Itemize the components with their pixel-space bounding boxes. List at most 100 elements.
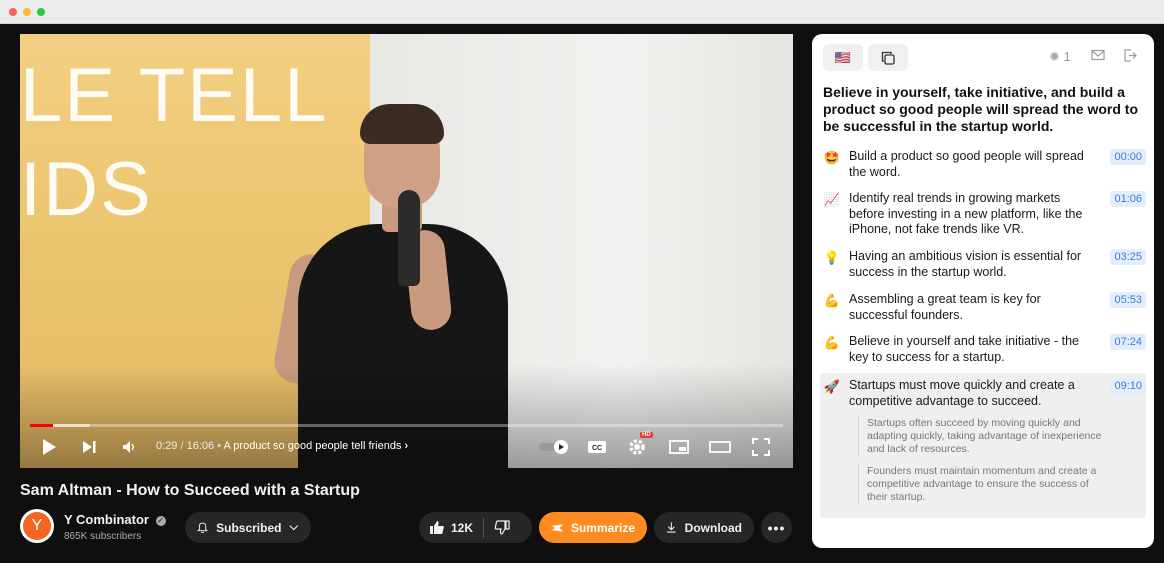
maximize-window-button[interactable]: [37, 8, 45, 16]
star-struck-icon: 🤩: [823, 150, 841, 165]
timestamp-link[interactable]: 03:25: [1110, 249, 1146, 265]
thumbs-down-icon: [494, 520, 510, 535]
chevron-right-icon[interactable]: ›: [405, 440, 409, 452]
volume-button[interactable]: [118, 432, 140, 462]
summary-item-expanded[interactable]: 🚀 Startups must move quickly and create …: [820, 373, 1146, 518]
timestamp-link[interactable]: 07:24: [1110, 334, 1146, 350]
chevron-down-icon: [289, 524, 299, 530]
progress-played: [30, 424, 53, 427]
theater-mode-button[interactable]: [708, 432, 732, 462]
timestamp-link[interactable]: 00:00: [1110, 149, 1146, 165]
chart-increasing-icon: 📈: [823, 192, 841, 207]
timestamp-link[interactable]: 05:53: [1110, 292, 1146, 308]
browser-window: LE TELL IDS 0:29 / 16:06 • A product so …: [0, 0, 1164, 563]
bell-icon: [197, 522, 209, 533]
download-label: Download: [684, 520, 742, 535]
video-title: Sam Altman - How to Succeed with a Start…: [20, 482, 360, 499]
captions-button[interactable]: CC: [586, 432, 608, 462]
channel-name[interactable]: Y Combinator ✓: [64, 512, 166, 527]
like-button[interactable]: 12K: [429, 520, 473, 535]
miniplayer-icon: [669, 440, 689, 454]
like-dislike-group: 12K: [419, 512, 532, 543]
spark-count: 1: [1063, 49, 1071, 64]
play-icon: [43, 439, 56, 455]
flexed-biceps-icon: 💪: [823, 335, 841, 350]
summary-item[interactable]: 💡 Having an ambitious vision is essentia…: [820, 249, 1146, 283]
subscriber-count: 865K subscribers: [64, 531, 142, 542]
dislike-button[interactable]: [494, 520, 510, 535]
hd-badge: HD: [640, 432, 653, 438]
close-window-button[interactable]: [9, 8, 17, 16]
summarize-button[interactable]: Summarize: [539, 512, 647, 543]
fullscreen-button[interactable]: [750, 432, 772, 462]
summary-item-text: Identify real trends in growing markets …: [849, 191, 1083, 236]
channel-avatar-letter: Y: [23, 512, 51, 540]
microphone: [398, 190, 420, 286]
slide-text-line-1: LE TELL: [20, 53, 329, 138]
verified-icon: ✓: [155, 516, 166, 526]
more-actions-button[interactable]: •••: [761, 512, 792, 543]
progress-bar[interactable]: [30, 424, 783, 427]
summary-item[interactable]: 💪 Believe in yourself and take initiativ…: [820, 334, 1146, 368]
channel-avatar[interactable]: Y: [20, 509, 54, 543]
slide-text-line-2: IDS: [20, 147, 153, 232]
autoplay-toggle[interactable]: [538, 432, 570, 462]
rocket-icon: 🚀: [823, 379, 841, 394]
time-current: 0:29: [156, 440, 178, 452]
summary-headline: Believe in yourself, take initiative, an…: [823, 84, 1139, 134]
miniplayer-button[interactable]: [668, 432, 690, 462]
summary-item-text: Build a product so good people will spre…: [849, 149, 1084, 179]
us-flag-icon: 🇺🇸: [834, 49, 852, 65]
download-icon: [667, 522, 676, 533]
summary-item-text: Believe in yourself and take initiative …: [849, 334, 1079, 364]
logout-icon: [1124, 49, 1137, 62]
light-bulb-icon: 💡: [823, 250, 841, 265]
like-divider: [483, 517, 485, 538]
minimize-window-button[interactable]: [23, 8, 31, 16]
summary-item-text: Startups must move quickly and create a …: [849, 378, 1075, 408]
chapter-title[interactable]: A product so good people tell friends: [224, 440, 402, 452]
captions-icon: CC: [588, 441, 606, 453]
timestamp-link[interactable]: 01:06: [1110, 191, 1146, 207]
copy-icon: [881, 51, 895, 65]
summarize-label: Summarize: [570, 520, 635, 535]
download-button[interactable]: Download: [654, 512, 754, 543]
summary-item[interactable]: 💪 Assembling a great team is key for suc…: [820, 292, 1146, 326]
subscribed-label: Subscribed: [216, 520, 282, 535]
summary-item-text: Assembling a great team is key for succe…: [849, 292, 1041, 322]
language-button[interactable]: 🇺🇸: [823, 44, 863, 71]
gear-icon: [629, 439, 645, 455]
summary-item[interactable]: 📈 Identify real trends in growing market…: [820, 191, 1146, 241]
time-separator: /: [180, 440, 184, 452]
video-player[interactable]: LE TELL IDS 0:29 / 16:06 • A product so …: [20, 34, 793, 468]
subscribed-button[interactable]: Subscribed: [185, 512, 311, 543]
theater-icon: [709, 441, 731, 453]
time-display: 0:29 / 16:06 • A product so good people …: [156, 440, 408, 452]
summary-panel: 🇺🇸 ✹ 1 Believe in yourself, take initiat…: [812, 34, 1154, 548]
like-count: 12K: [451, 520, 474, 535]
spark-indicator[interactable]: ✹ 1: [1049, 49, 1071, 65]
settings-button[interactable]: HD: [626, 432, 653, 462]
chapter-bullet: •: [217, 440, 222, 452]
spark-icon: ✹: [1049, 49, 1060, 64]
svg-text:CC: CC: [592, 445, 602, 452]
copy-button[interactable]: [868, 44, 908, 71]
player-controls: 0:29 / 16:06 • A product so good people …: [20, 432, 793, 462]
next-button[interactable]: [78, 432, 100, 462]
mail-icon: [1091, 49, 1105, 61]
logout-button[interactable]: [1123, 49, 1137, 65]
mail-button[interactable]: [1091, 49, 1105, 64]
channel-name-text: Y Combinator: [64, 512, 149, 527]
summarize-logo-icon: [551, 523, 564, 532]
summary-item-text: Having an ambitious vision is essential …: [849, 249, 1082, 279]
speaker-hair: [360, 104, 444, 144]
flexed-biceps-icon: 💪: [823, 293, 841, 308]
timestamp-link[interactable]: 09:10: [1110, 378, 1146, 394]
summary-item[interactable]: 🤩 Build a product so good people will sp…: [820, 149, 1146, 183]
fullscreen-icon: [752, 438, 770, 456]
summary-subnote: Founders must maintain momentum and crea…: [858, 465, 1108, 504]
volume-icon: [123, 441, 134, 453]
thumbs-up-icon: [430, 521, 444, 534]
title-bar: [0, 0, 1164, 24]
play-button[interactable]: [38, 432, 60, 462]
